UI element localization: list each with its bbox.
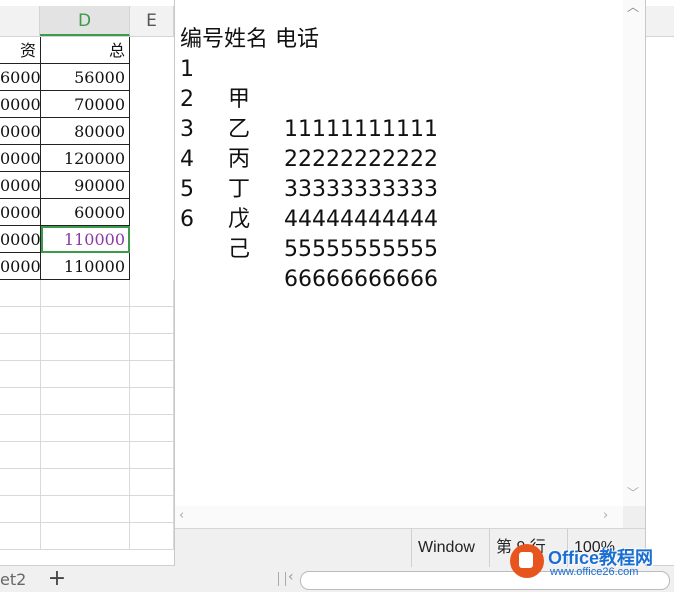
phone-text: 55555555555 (284, 237, 438, 262)
cell-c[interactable]: 0000 (0, 199, 41, 226)
cell-empty[interactable] (41, 388, 130, 415)
text-line: 2 乙 22222222222 (180, 55, 438, 172)
scroll-up-icon[interactable]: ︿ (627, 0, 639, 15)
cell-d-header[interactable]: 总 (41, 37, 130, 64)
scroll-left-icon[interactable]: ‹ (179, 508, 184, 523)
notepad-window: 编号姓名 电话 1 甲 11111111111 2 乙 22222222222 … (174, 0, 646, 567)
cell-d[interactable]: 70000 (41, 91, 130, 118)
selected-cell-d[interactable]: 110000 (41, 226, 130, 253)
cell-c[interactable]: 0000 (0, 253, 41, 280)
cell-empty[interactable] (130, 280, 174, 307)
cell-d[interactable]: 80000 (41, 118, 130, 145)
phone-text: 66666666666 (284, 267, 438, 292)
cell-c[interactable]: 0000 (0, 226, 41, 253)
cell-empty[interactable] (0, 523, 41, 550)
cell-empty[interactable] (41, 442, 130, 469)
cell-d[interactable]: 60000 (41, 199, 130, 226)
scroll-down-icon[interactable]: ﹀ (627, 484, 639, 501)
cell-c[interactable]: 0000 (0, 91, 41, 118)
cell-c[interactable]: 0000 (0, 118, 41, 145)
cell-d[interactable]: 90000 (41, 172, 130, 199)
phone-text: 33333333333 (284, 177, 438, 202)
notepad-text-area[interactable]: 编号姓名 电话 1 甲 11111111111 2 乙 22222222222 … (175, 0, 623, 506)
column-header-e[interactable]: E (130, 6, 174, 36)
name-text: 乙 (228, 117, 251, 142)
cell-empty[interactable] (41, 280, 130, 307)
cell-empty[interactable] (130, 496, 174, 523)
notepad-horizontal-scrollbar[interactable]: ‹ › (175, 506, 623, 528)
id-text: 6 (180, 207, 194, 232)
cell-empty[interactable] (0, 280, 41, 307)
scrollbar-corner (623, 506, 645, 528)
cell-empty[interactable] (0, 307, 41, 334)
cell-empty[interactable] (0, 388, 41, 415)
vertical-scrollbar[interactable]: ︿ ﹀ (623, 0, 645, 506)
cell-empty[interactable] (41, 415, 130, 442)
cell-empty[interactable] (0, 361, 41, 388)
cell-d[interactable]: 56000 (41, 64, 130, 91)
cell-empty[interactable] (130, 388, 174, 415)
name-text: 丙 (228, 147, 251, 172)
cell-empty[interactable] (130, 523, 174, 550)
cell-empty[interactable] (41, 469, 130, 496)
add-sheet-button[interactable]: + (46, 566, 68, 591)
cell-empty[interactable] (41, 361, 130, 388)
phone-text: 44444444444 (284, 207, 438, 232)
text-line: 3 丙 33333333333 (180, 85, 438, 202)
cell-c-header[interactable]: 资 (0, 37, 41, 64)
cell-empty[interactable] (41, 307, 130, 334)
cell-c[interactable]: 0000 (0, 172, 41, 199)
cell-empty[interactable] (0, 415, 41, 442)
phone-text: 11111111111 (284, 117, 438, 142)
watermark: Office教程网 www.office26.com (506, 540, 670, 584)
encoding-status: Window (411, 529, 489, 567)
scroll-left-icon[interactable]: ‹ (288, 569, 294, 585)
cell-empty[interactable] (130, 361, 174, 388)
cell-empty[interactable] (130, 442, 174, 469)
phone-text: 22222222222 (284, 147, 438, 172)
text-line: 5 戊 55555555555 (180, 145, 438, 262)
cell-empty[interactable] (130, 415, 174, 442)
cell-empty[interactable] (130, 334, 174, 361)
name-text: 甲 (228, 87, 251, 112)
cell-d[interactable]: 120000 (41, 145, 130, 172)
cell-empty[interactable] (0, 442, 41, 469)
name-text: 戊 (228, 207, 251, 232)
cell-empty[interactable] (0, 334, 41, 361)
tab-splitter-handle[interactable] (278, 572, 286, 586)
text-line: 6 己 66666666666 (180, 175, 438, 292)
cell-d[interactable]: 110000 (41, 253, 130, 280)
column-header-d[interactable]: D (40, 6, 130, 36)
cell-c[interactable]: 6000 (0, 64, 41, 91)
cell-empty[interactable] (41, 523, 130, 550)
text-line: 4 丁 44444444444 (180, 115, 438, 232)
cell-empty[interactable] (130, 307, 174, 334)
sheet-tab[interactable]: et2 (0, 570, 26, 589)
cell-empty[interactable] (41, 496, 130, 523)
text-line: 1 甲 11111111111 (180, 25, 438, 142)
name-text: 己 (228, 237, 251, 262)
office-logo-icon (510, 544, 544, 578)
cell-empty[interactable] (41, 334, 130, 361)
cell-empty[interactable] (0, 496, 41, 523)
cell-empty[interactable] (0, 469, 41, 496)
cell-empty[interactable] (130, 469, 174, 496)
column-header-c[interactable] (0, 6, 40, 36)
name-text: 丁 (228, 177, 251, 202)
cell-c[interactable]: 0000 (0, 145, 41, 172)
watermark-url: www.office26.com (550, 566, 639, 578)
scroll-right-icon[interactable]: › (603, 508, 608, 523)
text-line: 编号姓名 电话 (180, 0, 319, 52)
